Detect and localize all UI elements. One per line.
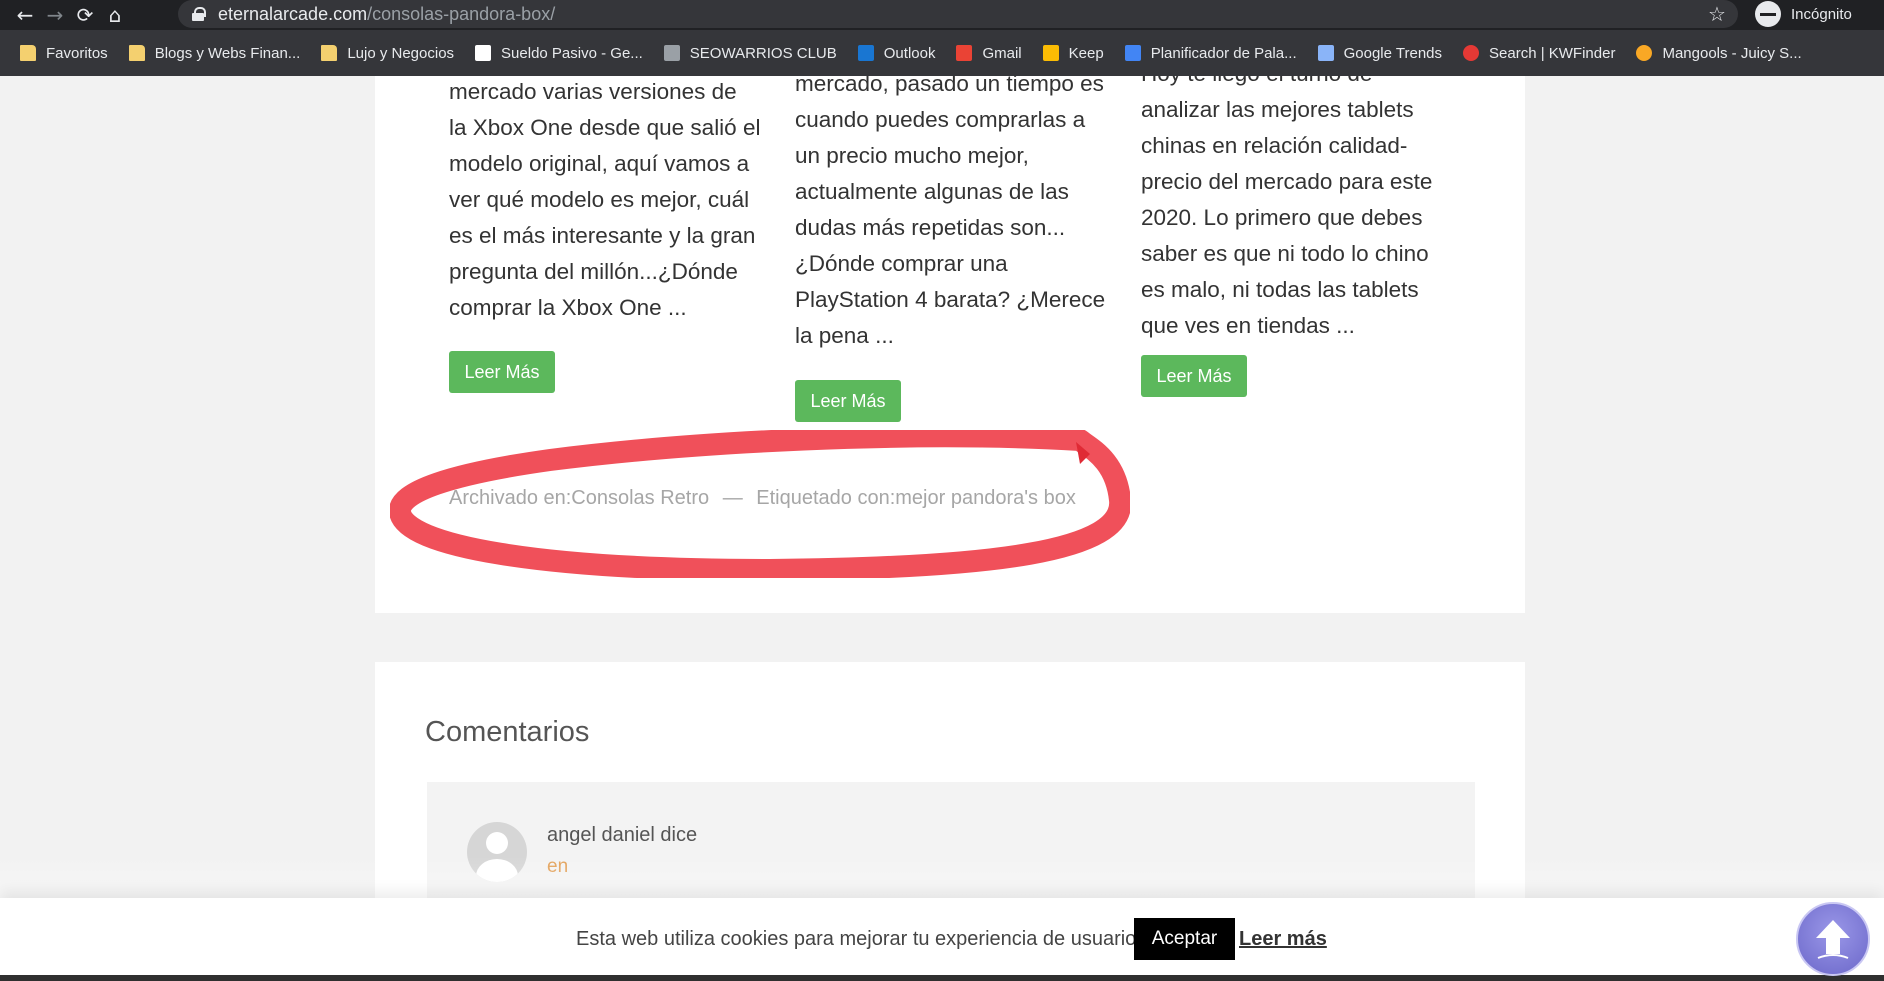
bookmark-item[interactable]: Keep — [1042, 44, 1104, 62]
category-link[interactable]: Consolas Retro — [571, 487, 709, 509]
back-arrow-icon[interactable]: ← — [10, 0, 40, 30]
read-more-button[interactable]: Leer Más — [795, 380, 901, 422]
page-content: mercado varias versiones de la Xbox One d… — [0, 76, 1884, 981]
bookmark-item[interactable]: Search | KWFinder — [1463, 45, 1615, 62]
keep-icon — [1042, 45, 1059, 61]
read-more-button[interactable]: Leer Más — [449, 351, 555, 393]
folder-icon — [20, 45, 36, 61]
article-excerpt: Hoy te llegó el turno de analizar las mej… — [1141, 76, 1432, 344]
bookmark-label: SEOWARRIOS CLUB — [689, 44, 837, 62]
excerpt-line: que ves en tiendas ... — [1141, 313, 1355, 338]
reload-icon[interactable]: ⟳ — [70, 0, 100, 30]
excerpt-line: Hoy te llegó el turno de — [1141, 76, 1432, 92]
read-more-cookies-link[interactable]: Leer más — [1239, 928, 1327, 951]
tag-link[interactable]: mejor pandora's box — [895, 487, 1076, 509]
excerpt-line: precio del mercado para este — [1141, 169, 1433, 194]
excerpt-line: actualmente algunas de las — [795, 179, 1069, 204]
excerpt-line: modelo original, aquí vamos a — [449, 151, 750, 176]
bookmark-label: Search | KWFinder — [1489, 44, 1616, 62]
comment-author: angel daniel dice — [547, 824, 698, 846]
excerpt-line: 2020. Lo primero que debes — [1141, 205, 1423, 230]
url-path: /consolas-pandora-box/ — [367, 3, 556, 24]
excerpt-line: ¿Dónde comprar una — [795, 251, 1008, 276]
bookmark-item[interactable]: Google Trends — [1317, 44, 1443, 62]
excerpt-line: cuando puedes comprarlas a — [795, 107, 1086, 132]
bookmark-label: Planificador de Pala... — [1150, 44, 1297, 62]
bookmark-label: Lujo y Negocios — [347, 44, 455, 62]
excerpt-line: pregunta del millón...¿Dónde — [449, 259, 738, 284]
excerpt-line: saber es que ni todo lo chino — [1141, 241, 1429, 266]
excerpt-line: la Xbox One desde que salió el — [449, 115, 761, 140]
bookmark-label: Favoritos — [46, 44, 108, 62]
browser-toolbar: ← → ⟳ ⌂ eternalarcade.com/consolas-pando… — [0, 0, 1884, 30]
read-more-button[interactable]: Leer Más — [1141, 355, 1247, 397]
excerpt-line: un precio mucho mejor, — [795, 143, 1029, 168]
filed-prefix: Archivado en: — [449, 487, 572, 509]
outlook-icon — [857, 45, 874, 61]
address-bar[interactable]: eternalarcade.com/consolas-pandora-box/ — [178, 0, 1738, 28]
excerpt-line: es malo, ni todas las tablets — [1141, 277, 1419, 302]
bookmark-label: Google Trends — [1343, 44, 1443, 62]
trends-icon — [1317, 45, 1334, 61]
bookmark-label: Keep — [1068, 44, 1104, 62]
excerpt-line: ver qué modelo es mejor, cuál — [449, 187, 750, 212]
excerpt-line: mercado varias versiones de — [449, 79, 737, 104]
bookmark-item[interactable]: Planificador de Pala... — [1124, 44, 1297, 62]
excerpt-line: chinas en relación calidad- — [1141, 133, 1408, 158]
folder-icon — [128, 45, 145, 61]
bookmark-item[interactable]: Gmail — [956, 44, 1022, 62]
excerpt-line: analizar las mejores tablets — [1141, 97, 1414, 122]
accept-cookies-button[interactable]: Aceptar — [1134, 918, 1235, 960]
bookmark-item[interactable]: Outlook — [857, 44, 936, 62]
excerpt-line: PlayStation 4 barata? ¿Merece — [795, 287, 1106, 312]
folder-icon — [321, 45, 338, 61]
bookmark-label: Outlook — [883, 44, 936, 62]
bookmark-item[interactable]: Sueldo Pasivo - Ge... — [475, 45, 643, 62]
scroll-to-top-button[interactable] — [1796, 902, 1870, 976]
post-meta: Archivado en:Consolas Retro — Etiquetado… — [449, 487, 1076, 510]
incognito-label: Incógnito — [1791, 5, 1852, 23]
bookmark-item[interactable]: Lujo y Negocios — [321, 45, 454, 62]
meta-separator: — — [722, 487, 743, 509]
home-icon[interactable]: ⌂ — [100, 0, 130, 30]
site-icon — [475, 45, 492, 61]
excerpt-line: es el más interesante y la gran — [449, 223, 756, 248]
tagged-prefix: Etiquetado con: — [756, 487, 896, 509]
arrow-up-icon — [1816, 920, 1850, 959]
bookmark-item[interactable]: Favoritos — [20, 45, 108, 62]
ads-icon — [1124, 45, 1141, 61]
avatar — [467, 822, 527, 882]
bookmark-label: Mangools - Juicy S... — [1662, 44, 1802, 62]
cookie-message: Esta web utiliza cookies para mejorar tu… — [576, 928, 1142, 950]
article-excerpt: mercado, pasado un tiempo es cuando puede… — [795, 76, 1105, 354]
excerpt-line: la pena ... — [795, 323, 894, 348]
related-posts-card: mercado varias versiones de la Xbox One d… — [375, 76, 1525, 613]
bookmark-item[interactable]: SEOWARRIOS CLUB — [663, 44, 837, 62]
article-excerpt: mercado varias versiones de la Xbox One d… — [449, 76, 760, 326]
bookmark-label: Blogs y Webs Finan... — [154, 44, 301, 62]
bookmark-label: Gmail — [982, 44, 1022, 62]
bookmark-item[interactable]: Mangools - Juicy S... — [1636, 44, 1802, 62]
comment-date-link[interactable]: en — [547, 856, 568, 878]
cookie-bar: Esta web utiliza cookies para mejorar tu… — [0, 898, 1884, 981]
url-host: eternalarcade.com — [218, 3, 368, 24]
forward-arrow-icon[interactable]: → — [40, 0, 70, 30]
bookmarks-bar: Favoritos Blogs y Webs Finan... Lujo y Neg… — [0, 30, 1884, 76]
lock-icon — [192, 7, 206, 21]
comments-title: Comentarios — [425, 716, 590, 748]
bookmark-item[interactable]: Blogs y Webs Finan... — [128, 44, 301, 62]
bookmark-label: Sueldo Pasivo - Ge... — [501, 44, 643, 62]
excerpt-line: dudas más repetidas son... — [795, 215, 1066, 240]
bookmark-star-icon[interactable]: ☆ — [1708, 0, 1726, 28]
site-icon — [663, 45, 680, 61]
excerpt-line: comprar la Xbox One ... — [449, 295, 687, 320]
kwfinder-icon — [1463, 45, 1480, 61]
excerpt-line: mercado, pasado un tiempo es — [795, 76, 1104, 96]
incognito-icon — [1755, 1, 1781, 27]
bottom-strip — [0, 975, 1884, 981]
gmail-icon — [956, 45, 973, 61]
mangools-icon — [1636, 45, 1653, 61]
incognito-profile[interactable]: Incógnito — [1755, 1, 1852, 27]
